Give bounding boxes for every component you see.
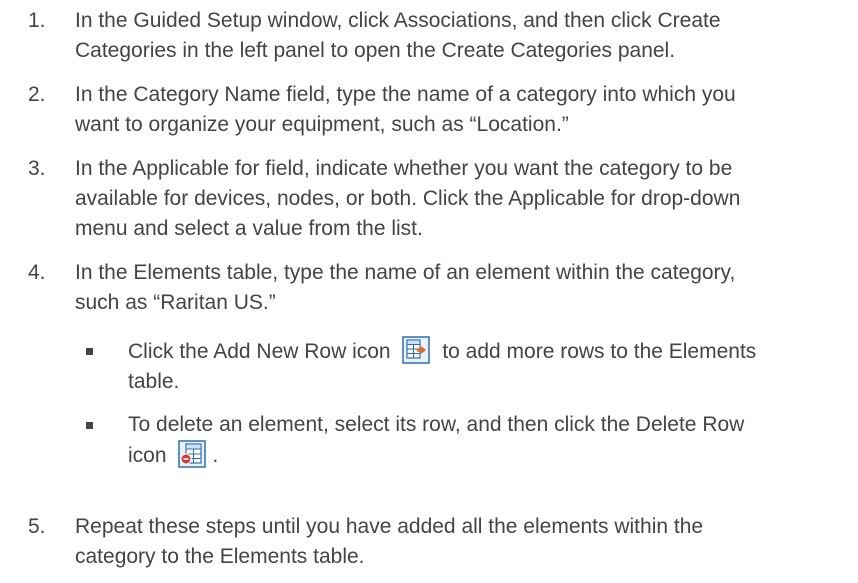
step-text: In the Elements table, type the name of … [75,258,855,318]
bullet-text-before: icon [128,444,167,467]
step-number: 4. [28,261,46,284]
bullet-line: icon . [128,440,858,471]
step-line: In the Category Name field, type the nam… [75,83,736,106]
step-number: 5. [28,515,46,538]
delete-row-icon [178,440,207,468]
step-line: Categories in the left panel to open the… [75,39,676,62]
instruction-document: 1. In the Guided Setup window, click Ass… [0,0,858,583]
step-line: In the Applicable for field, indicate wh… [75,157,733,180]
step-line: available for devices, nodes, or both. C… [75,187,741,210]
step-line: In the Guided Setup window, click Associ… [75,9,721,32]
add-new-row-icon [402,336,431,364]
bullet-text: To delete an element, select its row, an… [128,410,858,471]
step-number: 1. [28,9,46,32]
step-text: In the Category Name field, type the nam… [75,80,855,140]
bullet-line: Click the Add New Row icon to add more r… [128,336,858,367]
step-line: category to the Elements table. [75,545,365,568]
step-number: 3. [28,157,46,180]
step-line: menu and select a value from the list. [75,217,423,240]
step-text: Repeat these steps until you have added … [75,512,855,572]
bullet-text-after: . [212,444,219,467]
bullet-marker [86,422,93,429]
bullet-text: Click the Add New Row icon to add more r… [128,336,858,397]
bullet-line: To delete an element, select its row, an… [128,413,745,436]
step-text: In the Guided Setup window, click Associ… [75,6,855,66]
bullet-marker [86,348,93,355]
step-text: In the Applicable for field, indicate wh… [75,154,855,244]
step-line: want to organize your equipment, such as… [75,113,569,136]
step-line: In the Elements table, type the name of … [75,261,736,284]
bullet-line: table. [128,370,180,393]
step-line: such as “Raritan US.” [75,291,276,314]
bullet-text-before: Click the Add New Row icon [128,340,391,363]
bullet-text-after: to add more rows to the Elements [442,340,757,363]
step-line: Repeat these steps until you have added … [75,515,704,538]
step-number: 2. [28,83,46,106]
